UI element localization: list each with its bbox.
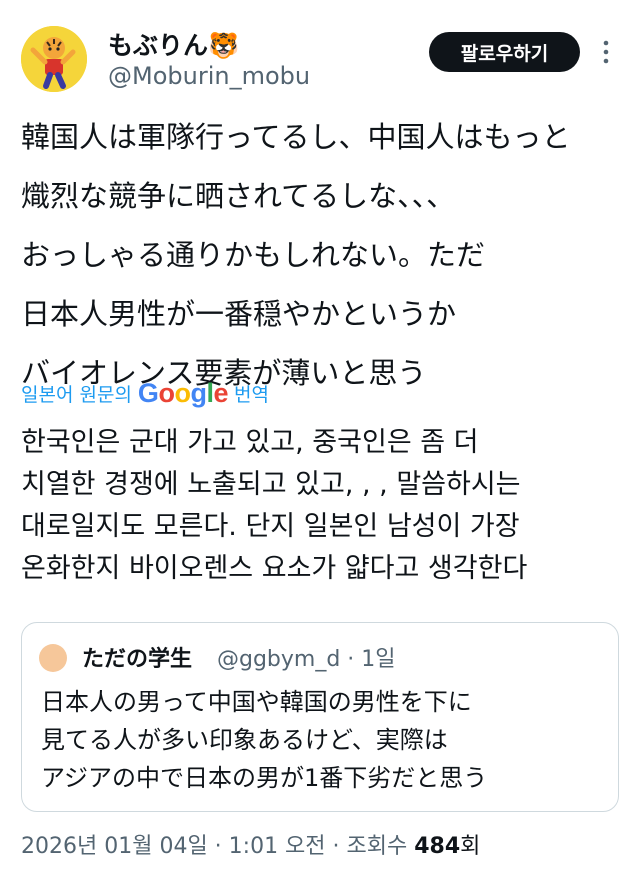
translated-text: 한국인은 군대 가고 있고, 중국인은 좀 더 치열한 경쟁에 노출되고 있고,… [21,422,631,590]
tiger-mascot-icon [21,26,87,92]
tweet-line: 韓国人は軍隊行ってるし、中国人はもっと [21,120,571,154]
author-handle[interactable]: @Moburin_mobu [108,62,310,90]
avatar[interactable] [21,26,87,92]
tweet-line: 日本人男性が一番穏やかというか [21,297,457,331]
translated-line: 한국인은 군대 가고 있고, 중국인은 좀 더 [21,427,479,458]
quote-line: 見てる人が多い印象あるけど、実際は [41,726,448,754]
translated-line: 치열한 경쟁에 노출되고 있고, , , 말씀하시는 [21,469,521,500]
google-logo-letter: o [158,377,175,408]
more-options-icon[interactable] [600,38,612,66]
view-count: 484 [414,834,461,859]
google-logo-letter: o [174,377,191,408]
tweet-footer: 2026년 01월 04일 · 1:01 오전 · 조회수 484회 [21,828,480,860]
tweet-line: おっしゃる通りかもしれない。ただ [21,238,486,272]
follow-button[interactable]: 팔로우하기 [429,32,580,72]
quote-text: 日本人の男って中国や韓国の男性を下に 見てる人が多い印象あるけど、実際は アジア… [41,683,611,797]
quote-line: 日本人の男って中国や韓国の男性を下に [41,688,472,716]
tweet-header: もぶりん🐯 @Moburin_mobu 팔로우하기 [0,0,640,100]
translation-prefix: 일본어 원문의 [21,383,132,406]
quote-line: アジアの中で日本の男が1番下劣だと思う [41,764,488,792]
translation-suffix: 번역 [233,383,269,406]
quote-author-meta: @ggbym_d · 1일 [217,647,396,672]
quote-author-name: ただの学生 [82,647,193,672]
translated-line: 대로일지도 모른다. 단지 일본인 남성이 가장 [21,511,520,542]
translation-attribution[interactable]: 일본어 원문의 Google 번역 [21,376,269,410]
author-display-name[interactable]: もぶりん🐯 [108,26,239,62]
google-logo-letter: e [213,377,228,408]
google-logo-letter: g [190,377,207,408]
google-logo: Google [137,377,229,409]
tweet-line: 熾烈な競争に晒されてるしな、、、 [21,179,456,213]
view-count-unit: 회 [460,834,481,859]
translated-line: 온화한지 바이오렌스 요소가 얇다고 생각한다 [21,553,528,584]
quote-avatar [39,644,67,672]
tweet-text: 韓国人は軍隊行ってるし、中国人はもっと 熾烈な競争に晒されてるしな、、、 おっし… [21,108,631,403]
google-logo-letter: G [137,377,159,408]
quoted-tweet[interactable]: ただの学生 @ggbym_d · 1일 日本人の男って中国や韓国の男性を下に 見… [21,622,619,812]
timestamp[interactable]: 2026년 01월 04일 · 1:01 오전 · 조회수 [21,834,414,859]
